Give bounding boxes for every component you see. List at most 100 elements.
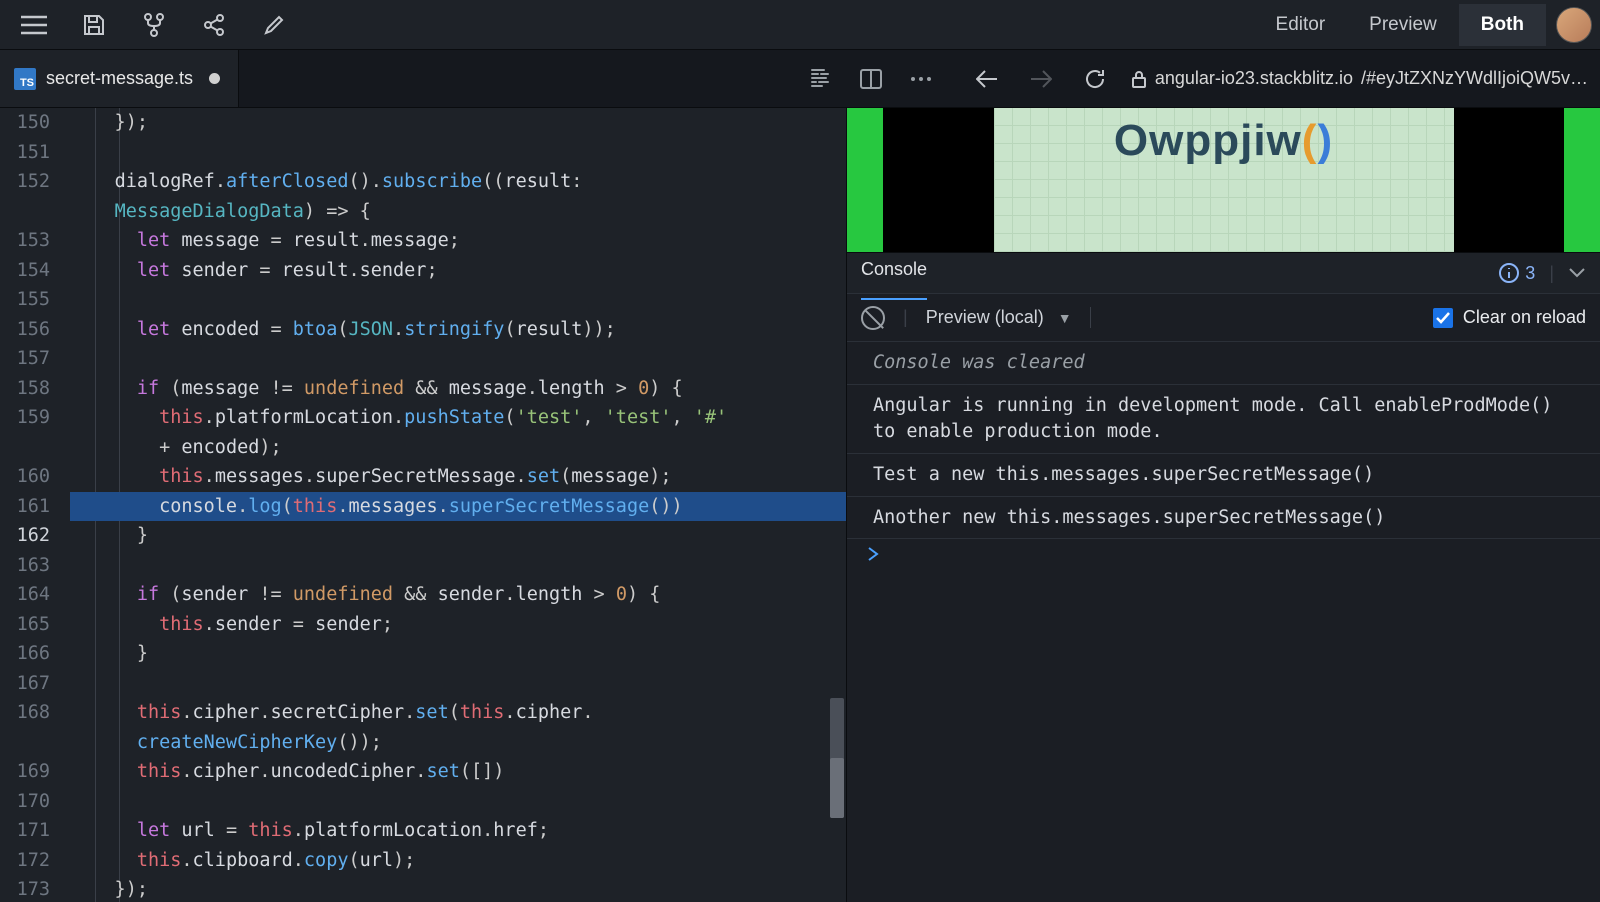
line-number: 171 <box>0 816 50 846</box>
code-line[interactable]: }); <box>70 108 846 138</box>
code-line[interactable]: console.log(this.messages.superSecretMes… <box>70 492 846 522</box>
line-number: 170 <box>0 787 50 817</box>
file-tab-label: secret-message.ts <box>46 68 193 89</box>
preview-banner-text: Owppjiw() <box>1114 116 1333 166</box>
line-number: 152 <box>0 167 50 197</box>
share-icon[interactable] <box>196 7 232 43</box>
main-split: 1501511521531541551561571581591601611621… <box>0 108 1600 902</box>
line-number: 158 <box>0 374 50 404</box>
line-number: 166 <box>0 639 50 669</box>
line-number: 169 <box>0 757 50 787</box>
code-line[interactable]: let message = result.message; <box>70 226 846 256</box>
more-icon[interactable] <box>903 61 939 97</box>
code-line[interactable]: } <box>70 521 846 551</box>
url-bar[interactable]: angular-io23.stackblitz.io/#eyJtZXNzYWdl… <box>1131 68 1588 89</box>
file-tab[interactable]: TS secret-message.ts <box>0 50 239 107</box>
code-line[interactable]: this.cipher.secretCipher.set(this.cipher… <box>70 698 846 728</box>
reload-icon[interactable] <box>1077 61 1113 97</box>
code-line[interactable]: let url = this.platformLocation.href; <box>70 816 846 846</box>
clear-on-reload-toggle[interactable]: Clear on reload <box>1433 307 1586 328</box>
console-body[interactable]: Console was clearedAngular is running in… <box>847 342 1600 902</box>
split-editor-icon[interactable] <box>853 61 889 97</box>
view-tab-both[interactable]: Both <box>1459 4 1546 46</box>
code-line[interactable] <box>70 787 846 817</box>
code-line[interactable]: createNewCipherKey()); <box>70 728 846 758</box>
back-icon[interactable] <box>969 61 1005 97</box>
code-line[interactable] <box>70 669 846 699</box>
editor-scrollbar[interactable] <box>828 108 846 902</box>
line-number: 160 <box>0 462 50 492</box>
forward-icon <box>1023 61 1059 97</box>
menu-icon[interactable] <box>16 7 52 43</box>
code-line[interactable]: this.platformLocation.pushState('test', … <box>70 403 846 433</box>
preview-card: Owppjiw() <box>994 108 1454 252</box>
line-number: 173 <box>0 875 50 902</box>
line-number: 161 <box>0 492 50 522</box>
view-tab-editor[interactable]: Editor <box>1254 4 1348 46</box>
line-number: 151 <box>0 138 50 168</box>
info-icon <box>1499 263 1519 283</box>
console-scope-select[interactable]: Preview (local) ▼ <box>926 307 1091 328</box>
pencil-icon[interactable] <box>256 7 292 43</box>
save-icon[interactable] <box>76 7 112 43</box>
line-number: 154 <box>0 256 50 286</box>
editor-pane: 1501511521531541551561571581591601611621… <box>0 108 846 902</box>
line-gutter: 1501511521531541551561571581591601611621… <box>0 108 66 902</box>
console-prompt[interactable] <box>847 539 1600 569</box>
code-line[interactable]: this.messages.superSecretMessage.set(mes… <box>70 462 846 492</box>
code-line[interactable] <box>70 138 846 168</box>
preview-pane: Owppjiw() Console 3 | <box>846 108 1600 902</box>
code-line[interactable] <box>70 285 846 315</box>
scrollbar-viewport[interactable] <box>830 758 844 818</box>
code-line[interactable]: MessageDialogData) => { <box>70 197 846 227</box>
code-line[interactable]: this.cipher.uncodedCipher.set([]) <box>70 757 846 787</box>
console-count: 3 <box>1525 263 1535 284</box>
line-number: 163 <box>0 551 50 581</box>
code-line[interactable]: if (message != undefined && message.leng… <box>70 374 846 404</box>
view-tab-preview[interactable]: Preview <box>1347 4 1459 46</box>
code-lines[interactable]: }); dialogRef.afterClosed().subscribe((r… <box>66 108 846 902</box>
line-number: 156 <box>0 315 50 345</box>
code-line[interactable] <box>70 344 846 374</box>
preview-left-bar <box>847 108 883 252</box>
code-line[interactable]: if (sender != undefined && sender.length… <box>70 580 846 610</box>
line-number: 164 <box>0 580 50 610</box>
line-number <box>0 433 50 463</box>
console-tab[interactable]: Console <box>861 259 927 288</box>
line-number: 155 <box>0 285 50 315</box>
code-line[interactable]: }); <box>70 875 846 902</box>
avatar[interactable] <box>1556 7 1592 43</box>
line-number: 165 <box>0 610 50 640</box>
ts-file-icon: TS <box>14 68 36 90</box>
code-line[interactable]: dialogRef.afterClosed().subscribe((resul… <box>70 167 846 197</box>
console-controls: | Preview (local) ▼ Clear on reload <box>847 294 1600 342</box>
line-number: 157 <box>0 344 50 374</box>
line-number: 150 <box>0 108 50 138</box>
preview-right-bar <box>1564 108 1600 252</box>
clear-on-reload-label: Clear on reload <box>1463 307 1586 328</box>
fork-icon[interactable] <box>136 7 172 43</box>
line-number <box>0 197 50 227</box>
code-line[interactable]: + encoded); <box>70 433 846 463</box>
clear-console-icon[interactable] <box>861 306 885 330</box>
line-number: 153 <box>0 226 50 256</box>
code-line[interactable]: let encoded = btoa(JSON.stringify(result… <box>70 315 846 345</box>
console-scope-label: Preview (local) <box>926 307 1044 328</box>
chevron-down-icon[interactable] <box>1568 267 1586 279</box>
code-area[interactable]: 1501511521531541551561571581591601611621… <box>0 108 846 902</box>
console-info-badge[interactable]: 3 <box>1499 263 1535 284</box>
code-line[interactable]: let sender = result.sender; <box>70 256 846 286</box>
check-icon <box>1433 308 1453 328</box>
code-line[interactable]: this.clipboard.copy(url); <box>70 846 846 876</box>
line-number: 162 <box>0 521 50 551</box>
console-header: Console 3 | <box>847 252 1600 294</box>
console-log-entry: Console was cleared <box>847 342 1600 385</box>
line-number: 168 <box>0 698 50 728</box>
console-log-entry: Another new this.messages.superSecretMes… <box>847 497 1600 540</box>
code-line[interactable]: } <box>70 639 846 669</box>
code-line[interactable] <box>70 551 846 581</box>
prettier-icon[interactable] <box>803 61 839 97</box>
preview-viewport[interactable]: Owppjiw() <box>847 108 1600 252</box>
code-line[interactable]: this.sender = sender; <box>70 610 846 640</box>
line-number: 172 <box>0 846 50 876</box>
